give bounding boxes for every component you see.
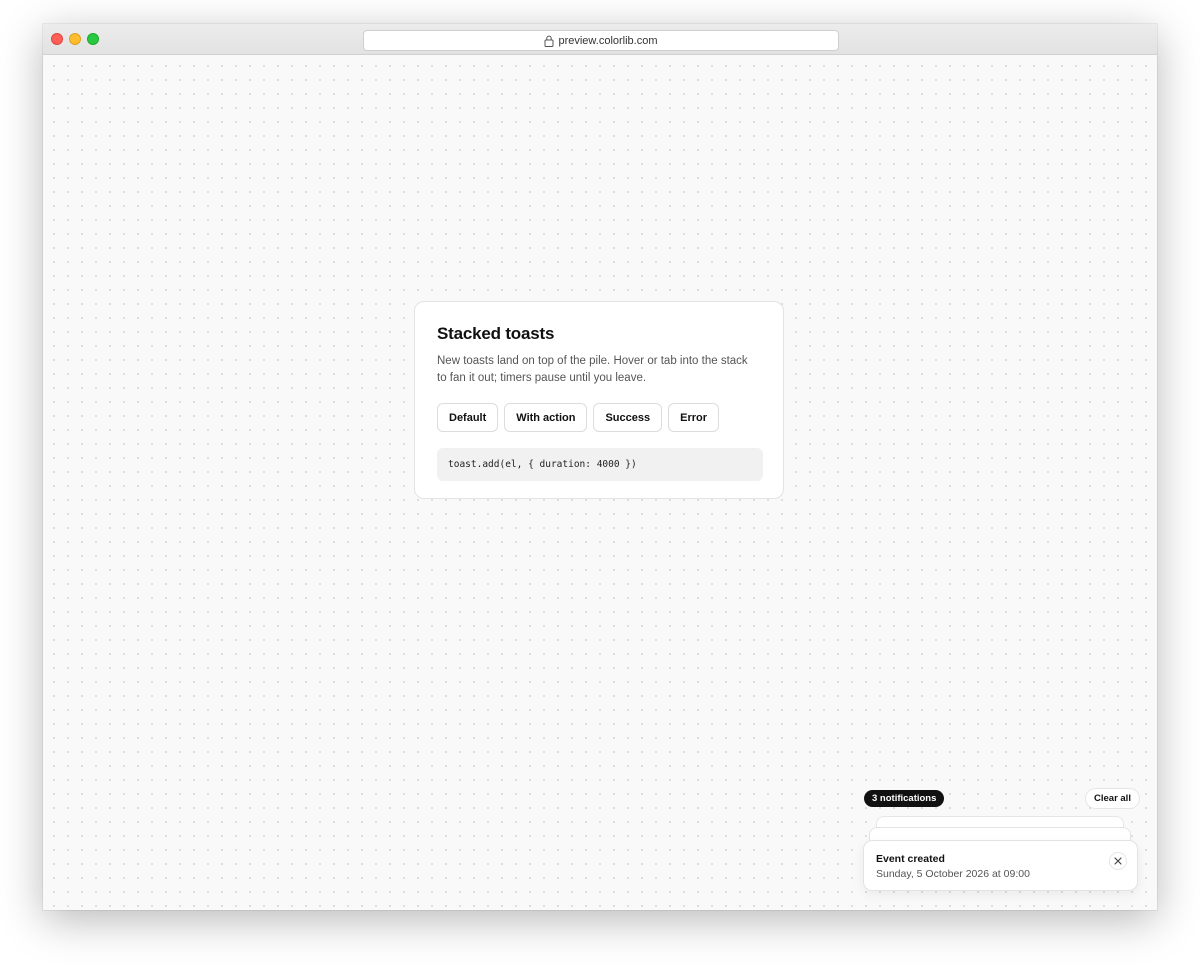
- clear-all-button[interactable]: Clear all: [1085, 788, 1140, 809]
- close-icon: [1114, 852, 1122, 870]
- page-canvas: Stacked toasts New toasts land on top of…: [43, 55, 1157, 910]
- zoom-window-button[interactable]: [87, 33, 99, 45]
- toast[interactable]: Event created Sunday, 5 October 2026 at …: [863, 840, 1138, 891]
- toast-description: Sunday, 5 October 2026 at 09:00: [876, 868, 1030, 880]
- url-text: preview.colorlib.com: [558, 34, 658, 47]
- notification-count-badge: 3 notifications: [864, 790, 945, 807]
- button-row: Default With action Success Error: [437, 403, 761, 432]
- toast-close-button[interactable]: [1109, 852, 1127, 870]
- action-toast-button[interactable]: With action: [504, 403, 588, 432]
- default-toast-button[interactable]: Default: [437, 403, 499, 432]
- title-bar: preview.colorlib.com: [43, 24, 1157, 55]
- error-toast-button[interactable]: Error: [668, 403, 720, 432]
- card-title: Stacked toasts: [437, 324, 555, 343]
- close-window-button[interactable]: [51, 33, 63, 45]
- demo-card: Stacked toasts New toasts land on top of…: [414, 301, 784, 499]
- address-bar[interactable]: preview.colorlib.com: [363, 30, 839, 51]
- card-description: New toasts land on top of the pile. Hove…: [437, 355, 748, 384]
- lock-icon: [544, 35, 554, 47]
- code-snippet: toast.add(el, { duration: 4000 }): [437, 448, 763, 481]
- minimize-window-button[interactable]: [69, 33, 81, 45]
- toast-title: Event created: [876, 853, 945, 865]
- browser-window: preview.colorlib.com Stacked toasts New …: [43, 24, 1157, 910]
- success-toast-button[interactable]: Success: [593, 403, 663, 432]
